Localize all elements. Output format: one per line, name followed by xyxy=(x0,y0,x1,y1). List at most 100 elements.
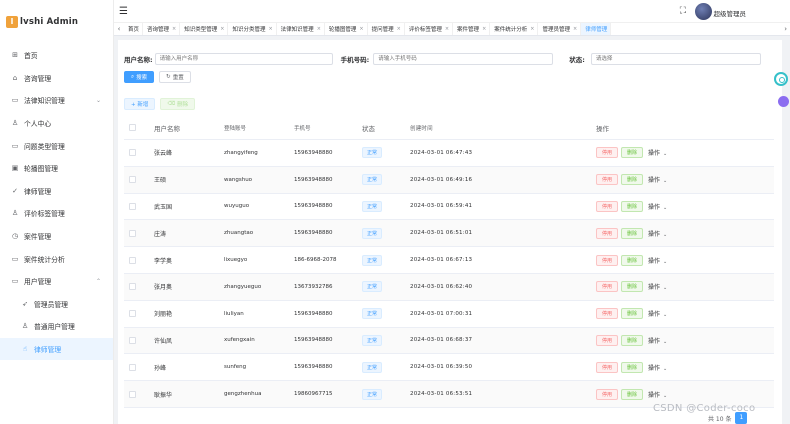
fullscreen-icon[interactable]: ⛶ xyxy=(680,6,686,16)
sidebar-item-13[interactable]: ☝ 律师管理 xyxy=(0,337,113,361)
close-icon[interactable]: × xyxy=(268,26,272,32)
tabs-scroll-left-icon[interactable]: ‹ xyxy=(114,25,124,33)
delete-button[interactable]: 删除 xyxy=(621,227,644,239)
row-checkbox[interactable] xyxy=(129,310,136,318)
more-actions-dropdown[interactable]: 操作 ⌄ xyxy=(648,229,667,238)
close-icon[interactable]: × xyxy=(359,26,363,32)
more-actions-dropdown[interactable]: 操作 ⌄ xyxy=(648,175,667,184)
row-checkbox[interactable] xyxy=(129,176,136,184)
sidebar-item-7[interactable]: ♙ 评价标签管理 xyxy=(0,202,113,225)
tab-0[interactable]: 首页 xyxy=(124,23,144,35)
tab-7[interactable]: 评价标签管理 × xyxy=(405,23,454,35)
tab-10[interactable]: 管理员管理 × xyxy=(538,23,582,35)
more-actions-dropdown[interactable]: 操作 ⌄ xyxy=(648,390,667,399)
more-actions-dropdown[interactable]: 操作 ⌄ xyxy=(648,256,667,265)
disable-button[interactable]: 停用 xyxy=(596,308,619,320)
select-all-checkbox[interactable] xyxy=(129,124,136,131)
disable-button[interactable]: 停用 xyxy=(596,281,619,293)
row-checkbox[interactable] xyxy=(129,363,136,371)
close-icon[interactable]: × xyxy=(445,26,449,32)
close-icon[interactable]: × xyxy=(220,26,224,32)
sidebar-item-2[interactable]: ▭ 法律知识管理 ⌄ xyxy=(0,89,113,112)
sidebar-item-11[interactable]: ➶ 管理员管理 xyxy=(0,293,113,316)
row-checkbox[interactable] xyxy=(129,256,136,264)
tab-8[interactable]: 案件管理 × xyxy=(453,23,491,35)
row-checkbox[interactable] xyxy=(129,336,136,344)
tab-label: 案件管理 xyxy=(457,27,480,33)
row-checkbox[interactable] xyxy=(129,149,136,157)
tab-3[interactable]: 知识分类管理 × xyxy=(228,23,277,35)
disable-button[interactable]: 停用 xyxy=(596,361,619,373)
sidebar-item-5[interactable]: ▣ 轮播图管理 xyxy=(0,157,113,180)
disable-button[interactable]: 停用 xyxy=(596,227,619,239)
status-badge: 正常 xyxy=(362,388,383,400)
sidebar-item-4[interactable]: ▭ 问题类型管理 xyxy=(0,134,113,157)
status-filter-select[interactable] xyxy=(590,53,761,65)
more-actions-dropdown[interactable]: 操作 ⌄ xyxy=(648,148,667,157)
row-checkbox[interactable] xyxy=(129,202,136,210)
disable-button[interactable]: 停用 xyxy=(596,254,619,266)
delete-button[interactable]: 删除 xyxy=(621,147,644,159)
sidebar-item-1[interactable]: ⌂ 咨询管理 xyxy=(0,67,113,90)
more-actions-dropdown[interactable]: 操作 ⌄ xyxy=(648,336,667,345)
sidebar-item-label: 案件管理 xyxy=(24,233,52,242)
sidebar-item-8[interactable]: ◷ 案件管理 xyxy=(0,225,113,248)
close-icon[interactable]: × xyxy=(172,26,176,32)
batch-delete-button[interactable]: ⌫ 删除 xyxy=(160,98,196,110)
disable-button[interactable]: 停用 xyxy=(596,334,619,346)
logo[interactable]: l lvshi Admin xyxy=(0,0,113,44)
sidebar-item-6[interactable]: ✓ 律师管理 xyxy=(0,180,113,203)
tab-2[interactable]: 知识类型管理 × xyxy=(180,23,229,35)
disable-button[interactable]: 停用 xyxy=(596,200,619,212)
tab-4[interactable]: 法律知识管理 × xyxy=(277,23,325,35)
delete-button[interactable]: 删除 xyxy=(621,388,644,400)
more-actions-dropdown[interactable]: 操作 ⌄ xyxy=(648,202,667,211)
delete-button[interactable]: 删除 xyxy=(621,174,644,186)
sidebar-item-10[interactable]: ▭ 用户管理 ⌃ xyxy=(0,270,113,293)
reset-button[interactable]: ↻ 重置 xyxy=(159,71,191,83)
add-button[interactable]: + 新增 xyxy=(124,98,156,110)
delete-button[interactable]: 删除 xyxy=(621,361,644,373)
sidebar-item-12[interactable]: ♙ 普通用户管理 xyxy=(0,315,113,338)
cell-created-time: 2024-03-01 07:00:31 xyxy=(410,310,473,317)
search-button[interactable]: ⌕ 搜索 xyxy=(124,71,155,83)
phone-filter-input[interactable] xyxy=(373,53,554,65)
floating-assistant-icon[interactable] xyxy=(774,72,788,86)
close-icon[interactable]: × xyxy=(530,26,534,32)
close-icon[interactable]: × xyxy=(317,26,321,32)
row-checkbox[interactable] xyxy=(129,390,136,398)
hamburger-menu-icon[interactable]: ☰ xyxy=(119,6,128,17)
delete-button[interactable]: 删除 xyxy=(621,254,644,266)
sidebar-item-3[interactable]: ♙ 个人中心 xyxy=(0,112,113,135)
tab-11[interactable]: 律师管理 xyxy=(581,23,612,35)
floating-plugin-icon[interactable] xyxy=(778,96,789,107)
disable-button[interactable]: 停用 xyxy=(596,388,619,400)
tab-5[interactable]: 轮播图管理 × xyxy=(325,23,368,35)
close-icon[interactable]: × xyxy=(482,26,486,32)
status-badge: 正常 xyxy=(362,308,383,320)
cell-created-time: 2024-03-01 06:67:13 xyxy=(410,257,473,264)
more-actions-dropdown[interactable]: 操作 ⌄ xyxy=(648,309,667,318)
delete-button[interactable]: 删除 xyxy=(621,200,644,212)
disable-button[interactable]: 停用 xyxy=(596,174,619,186)
tab-1[interactable]: 咨询管理 × xyxy=(143,23,181,35)
delete-button[interactable]: 删除 xyxy=(621,334,644,346)
delete-button[interactable]: 删除 xyxy=(621,308,644,320)
tabs-scroll-right-icon[interactable]: › xyxy=(784,25,787,33)
avatar[interactable] xyxy=(695,3,712,20)
table-row: 张月奥 zhangyueguo 13673932786 正常 2024-03-01 06… xyxy=(124,273,774,301)
disable-button[interactable]: 停用 xyxy=(596,147,619,159)
row-checkbox[interactable] xyxy=(129,283,136,291)
delete-button[interactable]: 删除 xyxy=(621,281,644,293)
sidebar-item-9[interactable]: ▭ 案件统计分析 xyxy=(0,247,113,270)
row-checkbox[interactable] xyxy=(129,229,136,237)
close-icon[interactable]: × xyxy=(573,26,577,32)
more-actions-dropdown[interactable]: 操作 ⌄ xyxy=(648,282,667,291)
username[interactable]: 超级管理员 xyxy=(714,8,747,18)
username-filter-input[interactable] xyxy=(154,53,333,65)
tab-6[interactable]: 提问管理 × xyxy=(368,23,405,35)
tab-9[interactable]: 案件统计分析 × xyxy=(490,23,539,35)
sidebar-item-0[interactable]: ⊞ 首页 xyxy=(0,44,113,67)
more-actions-dropdown[interactable]: 操作 ⌄ xyxy=(648,363,667,372)
close-icon[interactable]: × xyxy=(397,26,401,32)
